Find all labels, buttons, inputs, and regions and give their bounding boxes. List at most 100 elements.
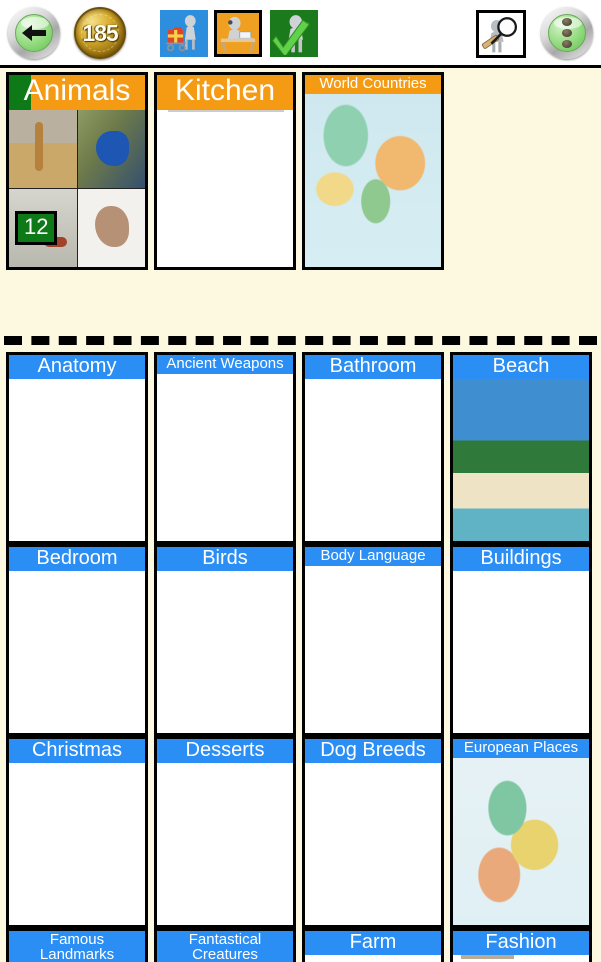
coin-value: 185 — [82, 19, 118, 46]
category-card-image — [305, 763, 441, 925]
category-card-title-text: Bedroom — [36, 547, 118, 569]
category-card[interactable]: Desserts — [154, 736, 296, 928]
category-card-image — [9, 379, 145, 541]
mosaic-tile — [77, 109, 145, 188]
category-card-title: Fantastical Creatures — [157, 931, 293, 962]
tab-play[interactable] — [214, 10, 262, 57]
category-card-title-text: Desserts — [185, 739, 265, 761]
category-card-title-text: Dog Breeds — [320, 739, 426, 761]
category-card[interactable]: Christmas — [6, 736, 148, 928]
category-card-title: Kitchen — [157, 75, 293, 110]
category-card-title: Desserts — [157, 739, 293, 764]
category-card-image: 12 — [9, 109, 145, 267]
category-card-title-text: Anatomy — [37, 355, 117, 377]
category-card[interactable]: Birds — [154, 544, 296, 736]
mosaic-tile — [77, 188, 145, 267]
category-card-title-text: Ancient Weapons — [166, 355, 284, 372]
category-card[interactable]: Fantastical Creatures — [154, 928, 296, 962]
recent-packs-strip: Animals 12 Kitchen World Countries — [0, 68, 601, 270]
category-card-image — [157, 109, 293, 267]
person-checkmark-icon — [272, 15, 310, 55]
category-card-image — [9, 571, 145, 733]
category-card-image — [157, 763, 293, 925]
person-at-desk-icon — [220, 16, 256, 53]
category-card[interactable]: European Places — [450, 736, 592, 928]
category-card[interactable]: Kitchen — [154, 72, 296, 270]
category-card-title: Fashion — [453, 931, 589, 956]
menu-button[interactable] — [541, 7, 593, 59]
category-card-title-text: Animals — [23, 74, 131, 107]
category-card-title-text: European Places — [463, 739, 579, 756]
category-card-image — [305, 379, 441, 541]
category-card[interactable]: Ancient Weapons — [154, 352, 296, 544]
shopping-cart-gift-icon — [166, 15, 196, 52]
card-artwork — [453, 758, 589, 925]
category-browser: Animals 12 Kitchen World Countries Anatomy A… — [0, 68, 601, 962]
card-artwork — [453, 379, 589, 541]
category-card-title-text: Body Language — [320, 547, 426, 564]
category-card-image — [157, 374, 293, 541]
category-card-title: Bathroom — [305, 355, 441, 380]
category-card-title: Famous Landmarks — [9, 931, 145, 962]
category-card[interactable]: World Countries — [302, 72, 444, 270]
back-button[interactable] — [8, 7, 60, 59]
category-card-title: Animals — [9, 75, 145, 110]
category-card-title: Body Language — [305, 547, 441, 567]
category-card-title: Beach — [453, 355, 589, 380]
category-card[interactable]: Farm — [302, 928, 444, 962]
category-card-title: Bedroom — [9, 547, 145, 572]
category-card-title: Farm — [305, 931, 441, 956]
category-card-title-text: Birds — [202, 547, 248, 569]
category-card-image — [305, 94, 441, 267]
category-card-title: Birds — [157, 547, 293, 572]
category-card[interactable]: Fashion — [450, 928, 592, 962]
category-card-title: Christmas — [9, 739, 145, 764]
category-card-image — [453, 571, 589, 733]
three-dots-icon — [562, 18, 572, 48]
category-card[interactable]: Famous Landmarks — [6, 928, 148, 962]
category-card-image — [305, 566, 441, 733]
category-card[interactable]: Animals 12 — [6, 72, 148, 270]
category-card[interactable]: Beach — [450, 352, 592, 544]
category-card-title: Buildings — [453, 547, 589, 572]
coin-counter[interactable]: 185 — [74, 7, 126, 59]
category-card-title: European Places — [453, 739, 589, 759]
category-card-image — [157, 571, 293, 733]
category-card-title-text: Farm — [349, 931, 397, 953]
category-card[interactable]: Anatomy — [6, 352, 148, 544]
category-card-title-text: Buildings — [480, 547, 562, 569]
category-card[interactable]: Body Language — [302, 544, 444, 736]
category-card-title-text: Famous Landmarks — [39, 931, 115, 962]
arrow-left-icon — [22, 25, 46, 41]
category-card-title: World Countries — [305, 75, 441, 95]
category-card[interactable]: Bedroom — [6, 544, 148, 736]
search-button[interactable] — [476, 10, 526, 58]
category-card-title: Dog Breeds — [305, 739, 441, 764]
card-count-badge: 12 — [15, 210, 58, 245]
card-artwork — [305, 94, 441, 267]
category-card-title-text: Fashion — [485, 931, 557, 953]
category-card-image — [305, 955, 441, 962]
category-card[interactable]: Buildings — [450, 544, 592, 736]
category-card-image — [453, 379, 589, 541]
section-divider — [4, 336, 597, 345]
mosaic-tile — [9, 109, 77, 188]
category-card[interactable]: Bathroom — [302, 352, 444, 544]
category-card-title-text: Bathroom — [329, 355, 417, 377]
back-button-inner — [15, 14, 53, 52]
category-card-title-text: Beach — [492, 355, 550, 377]
category-card-title-text: World Countries — [319, 75, 427, 92]
category-card-image — [453, 758, 589, 925]
tab-store[interactable] — [160, 10, 208, 57]
category-card-title-text: Fantastical Creatures — [188, 931, 262, 962]
category-card-title: Anatomy — [9, 355, 145, 380]
person-magnifier-icon — [481, 17, 518, 53]
top-toolbar: 185 — [0, 0, 601, 68]
category-card-image — [9, 763, 145, 925]
menu-button-inner — [548, 14, 586, 52]
category-card-image — [453, 955, 589, 962]
category-card-title: Ancient Weapons — [157, 355, 293, 375]
category-card[interactable]: Dog Breeds — [302, 736, 444, 928]
category-card-title-text: Kitchen — [174, 74, 276, 107]
tab-completed[interactable] — [270, 10, 318, 57]
